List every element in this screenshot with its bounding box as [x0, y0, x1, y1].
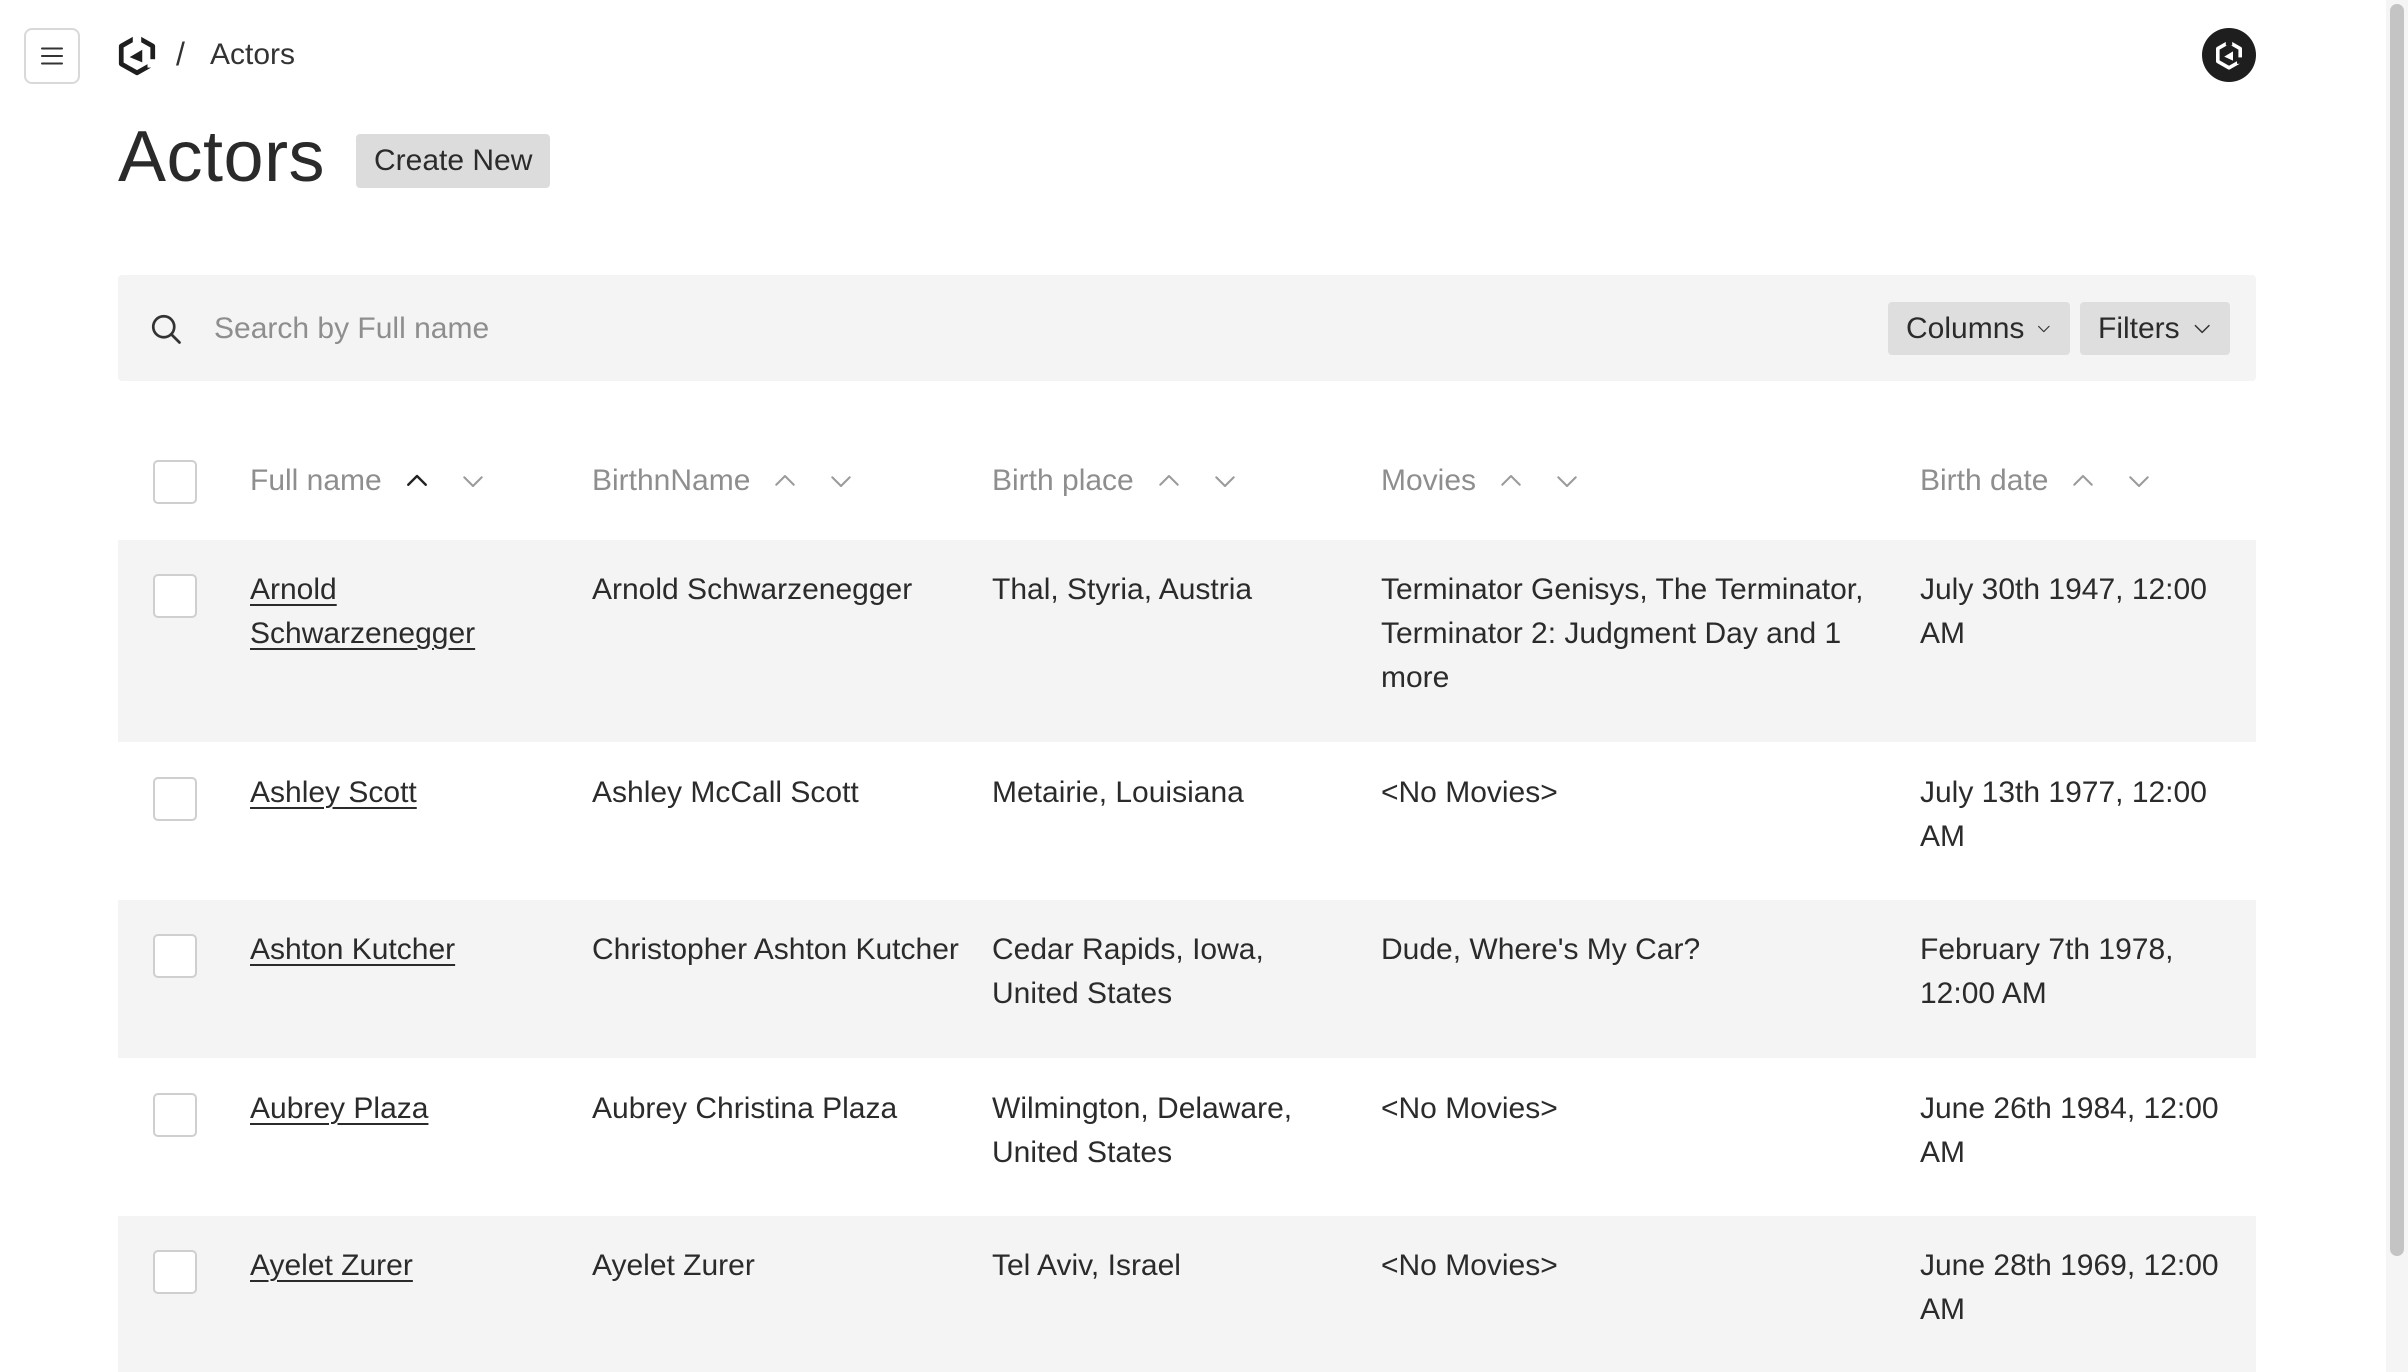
- row-checkbox[interactable]: [153, 934, 197, 978]
- birth-place-cell: Metairie, Louisiana: [992, 776, 1244, 809]
- birth-date-cell: June 26th 1984, 12:00 AM: [1920, 1092, 2219, 1169]
- table-row[interactable]: Aubrey Plaza Aubrey Christina Plaza Wilm…: [118, 1058, 2256, 1216]
- hamburger-menu-icon: [41, 47, 63, 65]
- sort-ascending-icon[interactable]: [2068, 466, 2098, 496]
- row-checkbox[interactable]: [153, 777, 197, 821]
- sort-ascending-icon[interactable]: [1496, 466, 1526, 496]
- movies-cell: Dude, Where's My Car?: [1381, 933, 1701, 966]
- filters-label: Filters: [2098, 311, 2180, 345]
- actor-name-link[interactable]: Ashley Scott: [250, 771, 510, 815]
- page-title: Actors: [118, 117, 326, 197]
- movies-cell: <No Movies>: [1381, 1092, 1558, 1125]
- search-icon: [151, 314, 181, 344]
- actors-table: Full name BirthnName Birth place Movies: [118, 430, 2256, 1372]
- column-header-full-name[interactable]: Full name: [250, 464, 488, 498]
- column-header-birth-date[interactable]: Birth date: [1920, 464, 2154, 498]
- column-header-movies[interactable]: Movies: [1381, 464, 1582, 498]
- actor-name-link[interactable]: Aubrey Plaza: [250, 1087, 510, 1131]
- sort-descending-icon[interactable]: [826, 466, 856, 496]
- column-header-birth-name[interactable]: BirthnName: [592, 464, 856, 498]
- birth-date-cell: June 28th 1969, 12:00 AM: [1920, 1249, 2219, 1326]
- birth-place-cell: Thal, Styria, Austria: [992, 573, 1253, 606]
- row-checkbox[interactable]: [153, 574, 197, 618]
- table-header: Full name BirthnName Birth place Movies: [118, 430, 2256, 540]
- filters-dropdown-button[interactable]: Filters: [2080, 302, 2230, 355]
- select-all-checkbox[interactable]: [153, 460, 197, 504]
- movies-cell: <No Movies>: [1381, 776, 1558, 809]
- breadcrumb-separator: /: [176, 36, 185, 72]
- table-row[interactable]: Ashley Scott Ashley McCall Scott Metairi…: [118, 742, 2256, 900]
- birth-place-cell: Cedar Rapids, Iowa, United States: [992, 933, 1264, 1010]
- app-logo-icon[interactable]: [116, 34, 158, 76]
- sort-descending-icon[interactable]: [458, 466, 488, 496]
- sort-descending-icon[interactable]: [2124, 466, 2154, 496]
- sort-descending-icon[interactable]: [1210, 466, 1240, 496]
- columns-label: Columns: [1906, 311, 2025, 345]
- chevron-down-icon: [2194, 324, 2210, 333]
- column-header-birth-place[interactable]: Birth place: [992, 464, 1240, 498]
- birth-name-cell: Christopher Ashton Kutcher: [592, 933, 959, 966]
- column-header-label: Birth place: [992, 464, 1134, 497]
- search-panel: Columns Filters: [118, 275, 2256, 381]
- scrollbar-thumb[interactable]: [2390, 4, 2404, 1256]
- columns-dropdown-button[interactable]: Columns: [1888, 302, 2070, 355]
- breadcrumb-current: Actors: [210, 38, 296, 71]
- birth-date-cell: July 30th 1947, 12:00 AM: [1920, 573, 2207, 650]
- row-checkbox[interactable]: [153, 1250, 197, 1294]
- sort-ascending-icon[interactable]: [1154, 466, 1184, 496]
- birth-date-cell: February 7th 1978, 12:00 AM: [1920, 933, 2174, 1010]
- actor-name-link[interactable]: Ashton Kutcher: [250, 928, 510, 972]
- birth-place-cell: Tel Aviv, Israel: [992, 1249, 1181, 1282]
- birth-name-cell: Ashley McCall Scott: [592, 776, 859, 809]
- chevron-down-icon: [2038, 325, 2050, 332]
- user-avatar-icon: [2216, 39, 2243, 70]
- menu-button[interactable]: [24, 28, 80, 84]
- movies-cell: Terminator Genisys, The Terminator, Term…: [1381, 573, 1864, 694]
- search-input[interactable]: [214, 301, 1914, 357]
- user-avatar[interactable]: [2202, 28, 2256, 82]
- birth-place-cell: Wilmington, Delaware, United States: [992, 1092, 1293, 1169]
- sort-ascending-icon[interactable]: [770, 466, 800, 496]
- birth-name-cell: Aubrey Christina Plaza: [592, 1092, 898, 1125]
- birth-name-cell: Ayelet Zurer: [592, 1249, 755, 1282]
- page-scrollbar[interactable]: [2386, 0, 2408, 1372]
- table-row[interactable]: Ayelet Zurer Ayelet Zurer Tel Aviv, Isra…: [118, 1216, 2256, 1372]
- table-row[interactable]: Ashton Kutcher Christopher Ashton Kutche…: [118, 900, 2256, 1058]
- column-header-label: Birth date: [1920, 464, 2049, 497]
- birth-name-cell: Arnold Schwarzenegger: [592, 573, 913, 606]
- birth-date-cell: July 13th 1977, 12:00 AM: [1920, 776, 2207, 853]
- column-header-label: Movies: [1381, 464, 1477, 497]
- actor-name-link[interactable]: Ayelet Zurer: [250, 1244, 510, 1288]
- actor-name-link[interactable]: Arnold Schwarzenegger: [250, 568, 510, 656]
- table-row[interactable]: Arnold Schwarzenegger Arnold Schwarzeneg…: [118, 540, 2256, 742]
- sort-descending-icon[interactable]: [1552, 466, 1582, 496]
- column-header-label: Full name: [250, 464, 382, 497]
- column-header-label: BirthnName: [592, 464, 751, 497]
- movies-cell: <No Movies>: [1381, 1249, 1558, 1282]
- sort-ascending-icon[interactable]: [402, 466, 432, 496]
- create-new-button[interactable]: Create New: [356, 134, 551, 188]
- row-checkbox[interactable]: [153, 1093, 197, 1137]
